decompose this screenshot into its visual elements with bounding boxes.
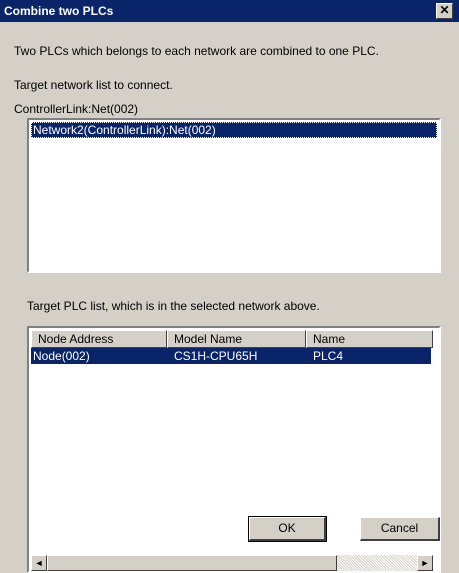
- column-header-model-name[interactable]: Model Name: [167, 330, 306, 348]
- scroll-right-button[interactable]: ►: [417, 555, 433, 571]
- table-row[interactable]: Node(002) CS1H-CPU65H PLC4: [31, 348, 431, 364]
- ok-button[interactable]: OK: [248, 516, 327, 542]
- cell-name: PLC4: [313, 349, 344, 363]
- column-header-node-address[interactable]: Node Address: [31, 330, 167, 348]
- close-button[interactable]: ✕: [436, 3, 453, 19]
- cell-model-name: CS1H-CPU65H: [174, 349, 258, 363]
- scrollbar-track[interactable]: [337, 555, 417, 571]
- scroll-left-button[interactable]: ◄: [31, 555, 47, 571]
- column-header-name[interactable]: Name: [306, 330, 433, 348]
- title-bar: Combine two PLCs ✕: [0, 0, 459, 22]
- network-list-item[interactable]: Network2(ControllerLink):Net(002): [31, 122, 437, 138]
- horizontal-scrollbar[interactable]: ◄ ►: [31, 555, 433, 571]
- current-network-label: ControllerLink:Net(002): [14, 102, 139, 116]
- scrollbar-thumb[interactable]: [47, 555, 337, 571]
- description-text: Two PLCs which belongs to each network a…: [14, 44, 379, 58]
- network-list[interactable]: Network2(ControllerLink):Net(002): [27, 118, 441, 273]
- cell-node-address: Node(002): [33, 349, 90, 363]
- close-icon: ✕: [439, 3, 450, 17]
- window-title: Combine two PLCs: [4, 4, 114, 18]
- network-list-caption: Target network list to connect.: [14, 78, 173, 92]
- plc-list-caption: Target PLC list, which is in the selecte…: [27, 299, 320, 313]
- cancel-button[interactable]: Cancel: [360, 517, 440, 541]
